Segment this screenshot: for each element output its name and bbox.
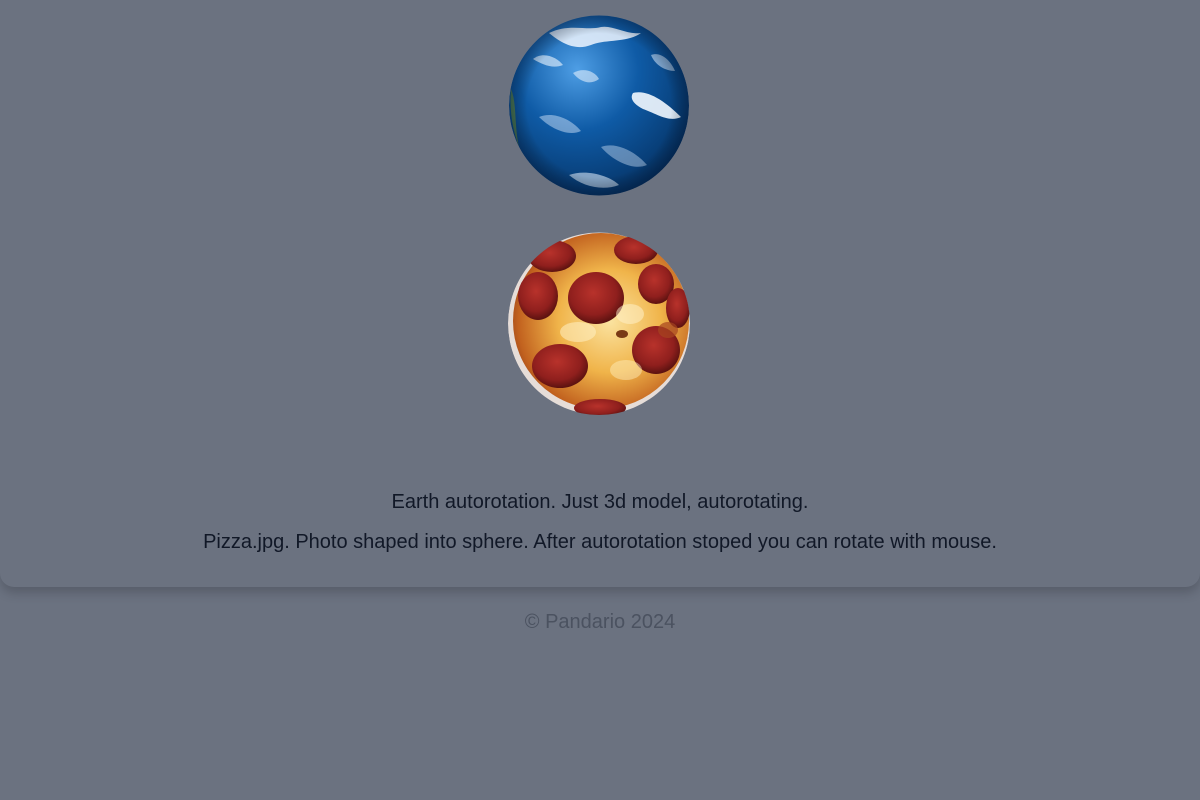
earth-model[interactable] [509,15,689,196]
content-card: Earth autorotation. Just 3d model, autor… [0,0,1200,587]
earth-sphere-graphic [509,15,689,196]
pizza-model[interactable] [508,232,690,415]
copyright-footer: © Pandario 2024 [524,611,676,633]
earth-caption: Earth autorotation. Just 3d model, autor… [391,491,809,513]
pizza-sphere-graphic [508,232,690,415]
pizza-caption: Pizza.jpg. Photo shaped into sphere. Aft… [203,531,997,553]
